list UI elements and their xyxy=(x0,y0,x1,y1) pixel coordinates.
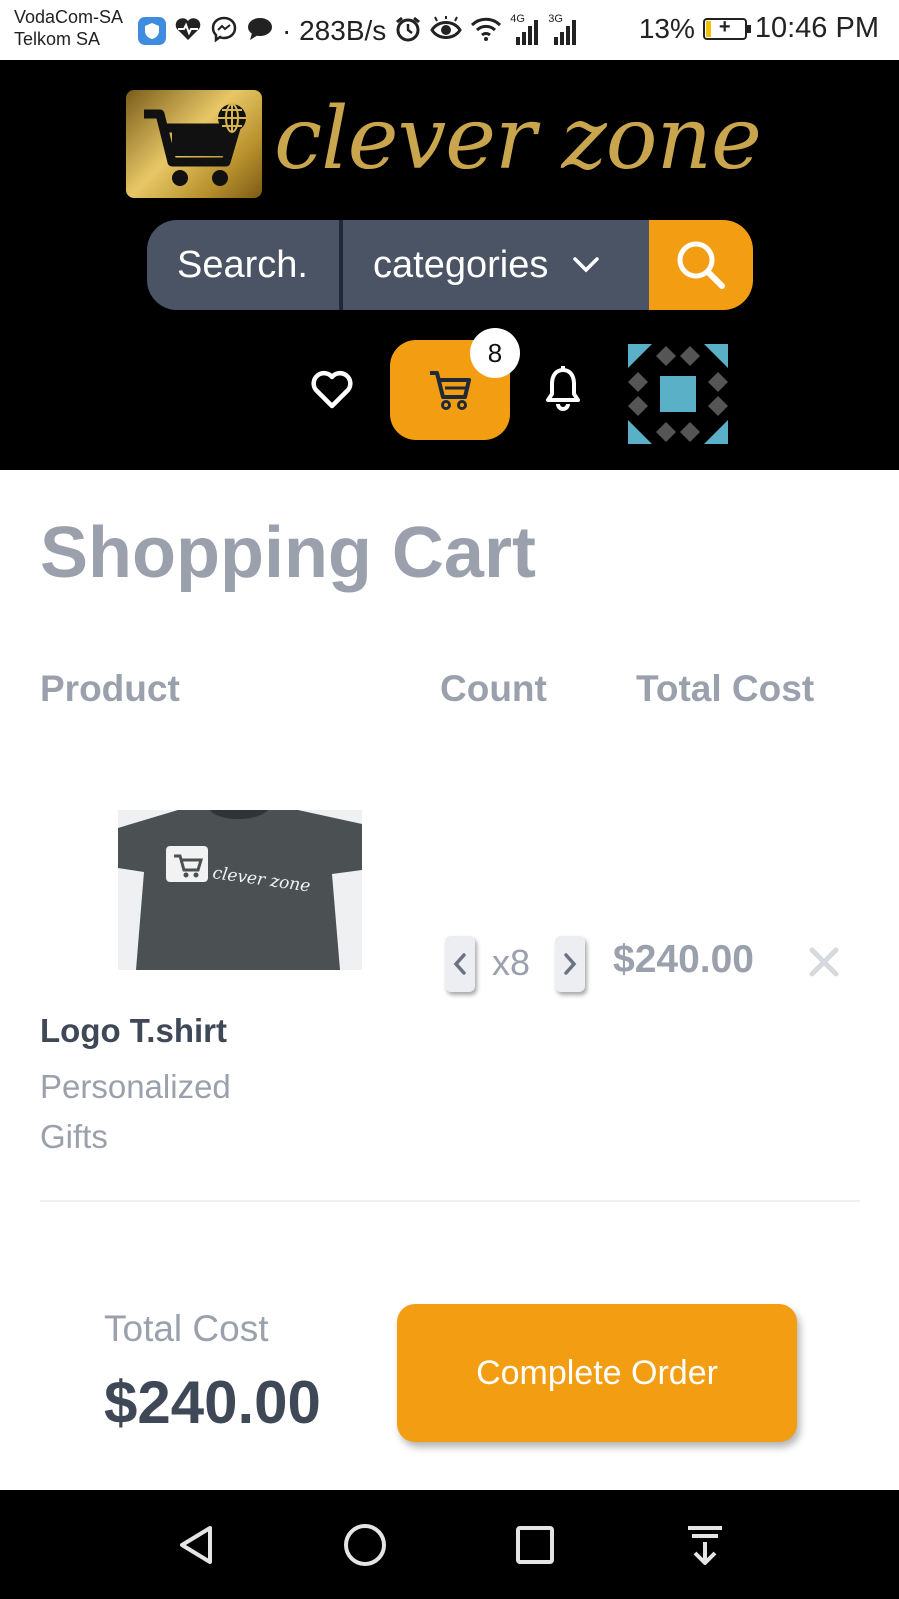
home-icon[interactable] xyxy=(340,1520,390,1570)
carrier-2: Telkom SA xyxy=(14,29,101,49)
remove-item-button[interactable] xyxy=(806,944,842,980)
clock: 10:46 PM xyxy=(754,12,879,44)
item-total-cost: $240.00 xyxy=(613,938,754,981)
search-icon xyxy=(677,241,725,289)
back-icon[interactable] xyxy=(172,1520,222,1570)
chevron-left-icon xyxy=(453,953,466,975)
increase-quantity-button[interactable] xyxy=(555,936,585,992)
header-actions: 8 xyxy=(0,328,899,450)
item-quantity: x8 xyxy=(492,942,531,983)
eye-icon xyxy=(430,15,463,47)
notifications-button[interactable] xyxy=(544,366,582,417)
close-icon xyxy=(809,947,839,977)
signal-icon-3g: 3G xyxy=(548,13,578,45)
signal-icon-4g: 4G xyxy=(510,13,540,45)
battery-icon: + xyxy=(702,16,751,40)
bell-icon xyxy=(546,366,580,411)
carrier-1: VodaCom-SA xyxy=(14,7,124,27)
alarm-icon xyxy=(394,15,422,48)
complete-order-button[interactable]: Complete Order xyxy=(397,1304,797,1442)
heartbeat-icon xyxy=(174,16,202,47)
total-cost-value: $240.00 xyxy=(104,1369,321,1436)
decrease-quantity-button[interactable] xyxy=(445,936,475,992)
shield-icon xyxy=(138,17,166,45)
product-subtitle: Personalized Gifts xyxy=(40,1068,231,1155)
search-button[interactable] xyxy=(649,220,753,310)
column-header-product: Product xyxy=(40,668,180,709)
logo-icon[interactable] xyxy=(126,90,262,198)
chevron-down-icon xyxy=(573,257,600,273)
column-header-total: Total Cost xyxy=(636,668,815,709)
battery-percent: 13% xyxy=(638,12,695,44)
app-header: clever zone Search. categories 8 xyxy=(0,60,899,470)
wifi-icon xyxy=(470,16,502,47)
messenger-icon xyxy=(210,15,238,48)
carrier-labels: VodaCom-SA Telkom SA xyxy=(14,6,123,50)
status-bar: VodaCom-SA Telkom SA · 283B/s 4G 3G 13% … xyxy=(0,0,899,60)
search-input[interactable]: Search. xyxy=(147,220,343,310)
recents-icon[interactable] xyxy=(510,1520,560,1570)
category-label: categories xyxy=(373,243,549,286)
search-bar: Search. categories xyxy=(147,220,753,310)
total-cost-label: Total Cost xyxy=(104,1308,269,1349)
logo-wordmark[interactable]: clever zone xyxy=(274,84,762,194)
avatar[interactable] xyxy=(626,344,730,444)
chat-icon xyxy=(246,16,274,47)
column-header-count: Count xyxy=(440,668,547,709)
notification-drawer-icon[interactable] xyxy=(680,1520,730,1570)
wishlist-button[interactable] xyxy=(310,370,354,415)
status-right: 13% + 10:46 PM xyxy=(639,12,879,45)
product-image[interactable]: clever zone xyxy=(118,810,362,970)
net-speed: · 283B/s xyxy=(282,15,387,46)
divider xyxy=(40,1200,860,1202)
cart-icon xyxy=(430,371,471,410)
heart-icon xyxy=(311,370,353,409)
system-nav-bar xyxy=(0,1490,899,1599)
cart-count-badge: 8 xyxy=(470,328,520,378)
product-name[interactable]: Logo T.shirt xyxy=(40,1012,227,1050)
status-icons: · 283B/s 4G 3G xyxy=(138,13,578,48)
page-title: Shopping Cart xyxy=(40,513,536,593)
category-dropdown[interactable]: categories xyxy=(343,220,649,310)
chevron-right-icon xyxy=(564,953,577,975)
